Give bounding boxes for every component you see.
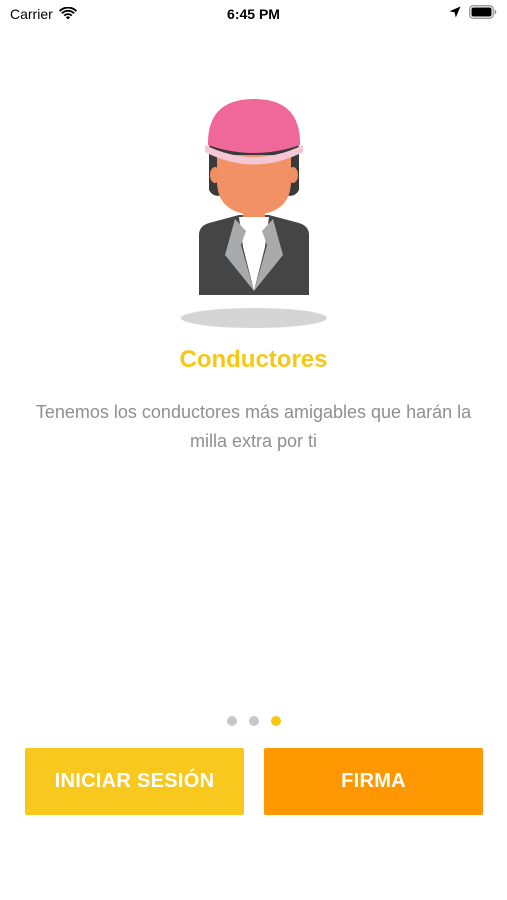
status-right <box>449 5 497 19</box>
page-indicator[interactable] <box>0 716 507 726</box>
page-title: Conductores <box>179 346 328 373</box>
status-bar: Carrier 6:45 PM <box>0 0 507 28</box>
battery-icon <box>469 5 497 19</box>
page-dot-1[interactable] <box>226 716 237 726</box>
driver-avatar-illustration <box>177 95 332 335</box>
avatar-cap <box>207 99 301 153</box>
avatar-shadow <box>181 308 327 328</box>
page-dot-2[interactable] <box>248 716 259 726</box>
login-button[interactable]: INICIAR SESIÓN <box>25 748 244 815</box>
signup-button[interactable]: FIRMA <box>264 748 483 815</box>
location-arrow-icon <box>449 6 461 18</box>
status-time: 6:45 PM <box>227 6 280 22</box>
page-description: Tenemos los conductores más amigables qu… <box>35 402 472 451</box>
page-dot-3-active[interactable] <box>270 716 281 726</box>
